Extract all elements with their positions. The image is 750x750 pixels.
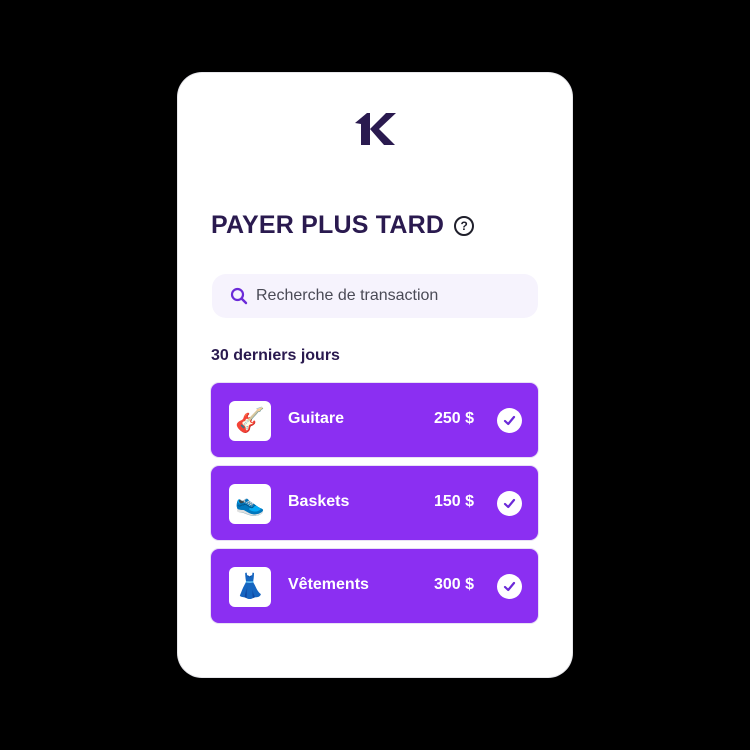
check-icon [497,574,522,599]
guitar-glyph: 🎸 [235,407,265,434]
transaction-amount: 250 $ [433,410,474,427]
transaction-name: Vêtements [288,576,369,593]
transaction-name: Baskets [288,493,350,510]
page-title: PAYER PLUS TARD [211,211,445,239]
section-label: 30 derniers jours [211,347,340,364]
k-logo-icon [355,113,396,145]
guitar-icon: 🎸 [229,401,271,441]
check-icon [497,408,522,433]
search-input[interactable] [256,287,526,305]
sneaker-glyph: 👟 [235,490,265,517]
transaction-name: Guitare [288,410,345,427]
pay-later-card: PAYER PLUS TARD ? 30 derniers jours 🎸 Gu… [178,73,572,677]
dress-glyph: 👗 [235,573,265,600]
search-icon [230,287,248,305]
sneaker-icon: 👟 [229,484,271,524]
dress-icon: 👗 [229,567,271,607]
question-circle-icon[interactable]: ? [454,215,475,236]
search-bar[interactable] [212,274,538,318]
transaction-item-guitare[interactable]: 🎸 Guitare 250 $ [211,383,538,457]
check-icon [497,491,522,516]
transaction-list: 🎸 Guitare 250 $ 👟 Baskets 150 $ 👗 Vêteme… [211,383,538,632]
transaction-amount: 300 $ [433,576,474,593]
transaction-item-vetements[interactable]: 👗 Vêtements 300 $ [211,549,538,623]
help-glyph: ? [460,218,468,233]
transaction-item-baskets[interactable]: 👟 Baskets 150 $ [211,466,538,540]
title-row: PAYER PLUS TARD ? [211,211,475,240]
transaction-amount: 150 $ [433,493,474,510]
